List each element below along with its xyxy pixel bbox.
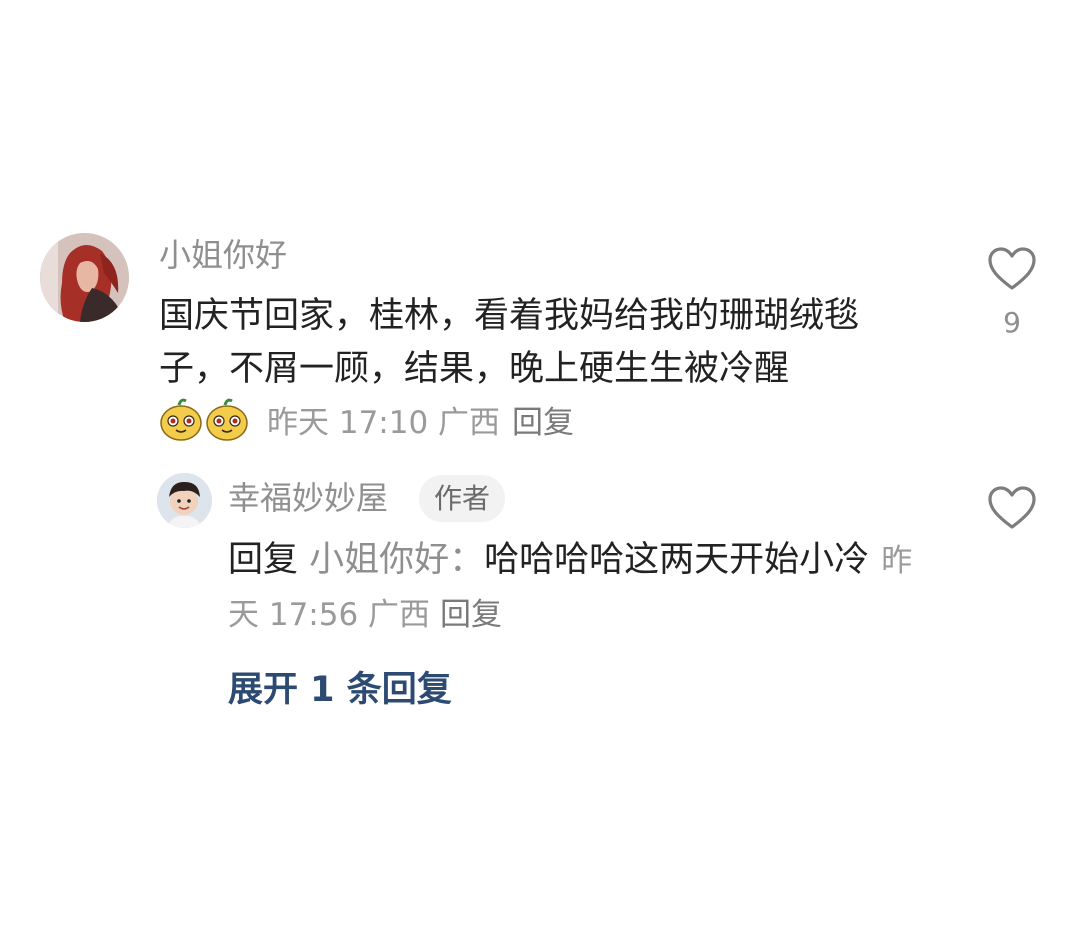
- comment-like-button[interactable]: [986, 245, 1038, 293]
- author-badge: 作者: [419, 475, 506, 522]
- heart-outline-icon: [988, 247, 1036, 290]
- reply-prefix: 回复: [228, 540, 299, 580]
- cartoon-face-sticker-icon: [206, 398, 248, 441]
- commenter-username[interactable]: 小姐你好: [159, 235, 287, 275]
- reply-reply-button[interactable]: 回复: [440, 597, 502, 633]
- comment-meta: 昨天 17:10 广西 回复: [159, 394, 574, 444]
- replier-avatar[interactable]: [157, 473, 212, 528]
- cartoon-face-sticker-icon: [160, 398, 202, 441]
- reply-like-button[interactable]: [986, 484, 1038, 532]
- comment-like-count: 9: [1003, 306, 1021, 339]
- expand-replies-link[interactable]: 展开 1 条回复: [228, 666, 452, 714]
- replier-username[interactable]: 幸福妙妙屋: [228, 478, 388, 518]
- comment-reply-button[interactable]: 回复: [512, 397, 574, 442]
- reply-text-block: 回复 小姐你好：哈哈哈哈这两天开始小冷 昨天 17:56 广西 回复: [228, 534, 928, 642]
- comment-timestamp-location: 昨天 17:10 广西: [267, 404, 501, 441]
- commenter-avatar[interactable]: [40, 233, 129, 322]
- reply-to-username[interactable]: 小姐你好：: [309, 540, 484, 580]
- comment-text: 国庆节回家，桂林，看着我妈给我的珊瑚绒毯子，不屑一顾，结果，晚上硬生生被冷醒: [159, 296, 860, 389]
- heart-outline-icon: [988, 486, 1036, 529]
- reply-text: 哈哈哈哈这两天开始小冷: [484, 540, 870, 580]
